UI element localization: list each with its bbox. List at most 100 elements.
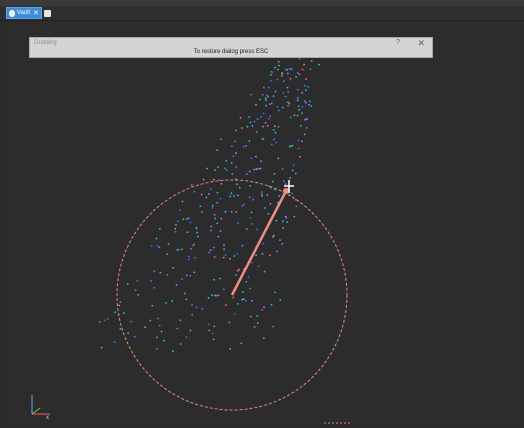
point xyxy=(270,303,273,306)
point xyxy=(292,164,295,167)
point xyxy=(263,306,265,309)
point xyxy=(263,270,266,273)
point xyxy=(206,167,209,170)
point xyxy=(272,95,275,97)
point xyxy=(276,78,279,81)
point xyxy=(122,312,125,315)
point xyxy=(230,162,233,164)
point xyxy=(248,140,251,143)
help-icon[interactable]: ? xyxy=(396,39,400,46)
point xyxy=(318,63,320,66)
point xyxy=(264,121,267,124)
point xyxy=(248,116,251,118)
point xyxy=(287,90,290,93)
point xyxy=(201,307,204,310)
point xyxy=(193,190,196,193)
point xyxy=(269,254,271,257)
point xyxy=(233,255,236,257)
point xyxy=(209,188,212,191)
point xyxy=(252,198,255,201)
point xyxy=(234,274,237,276)
point xyxy=(268,117,270,120)
point xyxy=(307,85,310,88)
point xyxy=(243,203,245,206)
point xyxy=(189,274,192,277)
radius-handle-knob[interactable] xyxy=(283,188,289,194)
point xyxy=(216,201,219,204)
point xyxy=(150,245,153,248)
point xyxy=(277,125,280,128)
point xyxy=(270,143,273,146)
point xyxy=(196,231,199,234)
point xyxy=(278,64,280,67)
point xyxy=(230,210,233,213)
point xyxy=(212,338,215,341)
point xyxy=(248,170,251,173)
point xyxy=(201,211,204,213)
point xyxy=(256,228,259,231)
point xyxy=(273,138,275,141)
point xyxy=(202,178,205,181)
point xyxy=(225,304,227,306)
point xyxy=(251,299,254,302)
point-cloud xyxy=(98,47,320,353)
point xyxy=(248,196,251,199)
point xyxy=(272,129,275,131)
point xyxy=(256,315,259,317)
point xyxy=(310,105,313,107)
point xyxy=(185,298,188,301)
point xyxy=(225,159,228,162)
point xyxy=(257,265,260,267)
point xyxy=(159,271,162,274)
point xyxy=(296,99,299,102)
point xyxy=(212,178,215,181)
radius-handle-line[interactable] xyxy=(230,190,288,296)
point xyxy=(172,266,175,269)
point xyxy=(176,249,178,251)
point xyxy=(305,127,308,129)
point xyxy=(219,197,222,200)
point xyxy=(100,346,103,349)
point xyxy=(301,68,304,71)
point xyxy=(231,173,234,176)
point xyxy=(301,106,304,108)
point xyxy=(282,106,284,109)
point xyxy=(207,297,210,299)
point xyxy=(217,294,220,297)
point xyxy=(209,249,212,252)
point xyxy=(275,219,278,222)
point xyxy=(241,127,243,129)
point xyxy=(267,212,270,215)
point xyxy=(153,286,156,289)
point xyxy=(180,248,183,251)
point xyxy=(308,103,310,106)
close-icon[interactable]: ✕ xyxy=(417,38,425,49)
point xyxy=(291,169,294,172)
point xyxy=(251,125,254,127)
point xyxy=(180,278,183,280)
point xyxy=(98,321,101,323)
point xyxy=(127,332,130,335)
point xyxy=(220,182,223,185)
point xyxy=(211,294,213,297)
gridding-dialog: Gridding To restore dialog press ESC ? ✕ xyxy=(29,37,433,58)
point xyxy=(211,332,214,335)
point xyxy=(297,139,300,142)
point xyxy=(309,68,312,70)
point xyxy=(192,244,194,247)
point xyxy=(219,230,222,233)
point xyxy=(266,94,269,97)
point xyxy=(271,180,274,183)
point xyxy=(189,221,192,224)
point xyxy=(294,172,297,175)
point xyxy=(236,269,239,272)
point xyxy=(220,138,223,141)
point xyxy=(231,145,233,148)
point xyxy=(301,112,303,114)
point xyxy=(130,320,133,323)
point xyxy=(249,184,252,187)
point xyxy=(171,300,174,303)
point xyxy=(191,304,193,306)
point xyxy=(208,251,211,254)
point xyxy=(167,243,170,245)
